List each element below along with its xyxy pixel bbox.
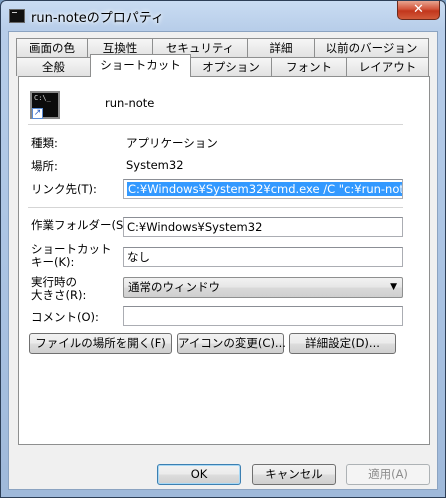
- type-value: アプリケーション: [126, 136, 218, 150]
- run-label-line2: 大きさ(R):: [31, 288, 87, 302]
- tab-options[interactable]: オプション: [190, 57, 272, 76]
- workdir-label: 作業フォルダー(S):: [31, 218, 132, 232]
- cancel-button[interactable]: キャンセル: [252, 464, 336, 485]
- type-label: 種類:: [31, 136, 58, 150]
- tab-previous-versions[interactable]: 以前のバージョン: [314, 38, 429, 57]
- comment-input[interactable]: [123, 306, 403, 326]
- tab-font[interactable]: フォント: [271, 57, 347, 76]
- open-file-location-button[interactable]: ファイルの場所を開く(F): [29, 333, 172, 354]
- tab-layout[interactable]: レイアウト: [346, 57, 429, 76]
- advanced-button[interactable]: 詳細設定(D)...: [289, 333, 396, 354]
- target-input[interactable]: C:¥Windows¥System32¥cmd.exe /C "c:¥run-n…: [123, 179, 403, 199]
- divider: [28, 124, 403, 125]
- hotkey-label: ショートカット キー(K):: [31, 243, 112, 269]
- workdir-input[interactable]: C:¥Windows¥System32: [123, 217, 403, 237]
- target-value: C:¥Windows¥System32¥cmd.exe /C "c:¥run-n…: [127, 182, 402, 196]
- shortcut-panel: C:\_ ↗ run-note 種類: アプリケーション 場所: System3…: [18, 76, 430, 445]
- chevron-down-icon: ▼: [390, 282, 397, 292]
- console-app-icon: [9, 9, 25, 23]
- divider: [28, 207, 403, 208]
- prompt-glyph: C:\_: [34, 94, 51, 102]
- run-size-select[interactable]: 通常のウィンドウ ▼: [123, 277, 403, 298]
- close-button[interactable]: ✕: [397, 1, 440, 20]
- target-label: リンク先(T):: [31, 182, 97, 196]
- window-title: run-noteのプロパティ: [31, 11, 165, 26]
- location-value: System32: [126, 158, 184, 172]
- properties-window: run-noteのプロパティ ✕ 画面の色 互換性 セキュリティ 詳細 以前のバ…: [0, 0, 446, 498]
- tab-details[interactable]: 詳細: [247, 38, 315, 57]
- ok-button[interactable]: OK: [157, 464, 241, 485]
- tab-general[interactable]: 全般: [16, 57, 91, 76]
- title-bar[interactable]: run-noteのプロパティ ✕: [1, 1, 445, 31]
- tab-screen-colors[interactable]: 画面の色: [16, 38, 88, 57]
- shortcut-name: run-note: [105, 96, 155, 110]
- shortcut-arrow-icon: ↗: [32, 108, 43, 119]
- run-size-value: 通常のウィンドウ: [128, 280, 220, 294]
- tab-shortcut[interactable]: ショートカット: [90, 54, 191, 77]
- apply-button[interactable]: 適用(A): [346, 464, 430, 485]
- run-label: 実行時の 大きさ(R):: [31, 276, 86, 302]
- change-icon-button[interactable]: アイコンの変更(C)...: [177, 333, 286, 354]
- hotkey-input[interactable]: なし: [123, 247, 403, 267]
- console-shortcut-icon: C:\_ ↗: [30, 91, 60, 119]
- hotkey-label-line2: キー(K):: [31, 255, 75, 269]
- location-label: 場所:: [31, 159, 58, 173]
- comment-label: コメント(O):: [31, 310, 99, 324]
